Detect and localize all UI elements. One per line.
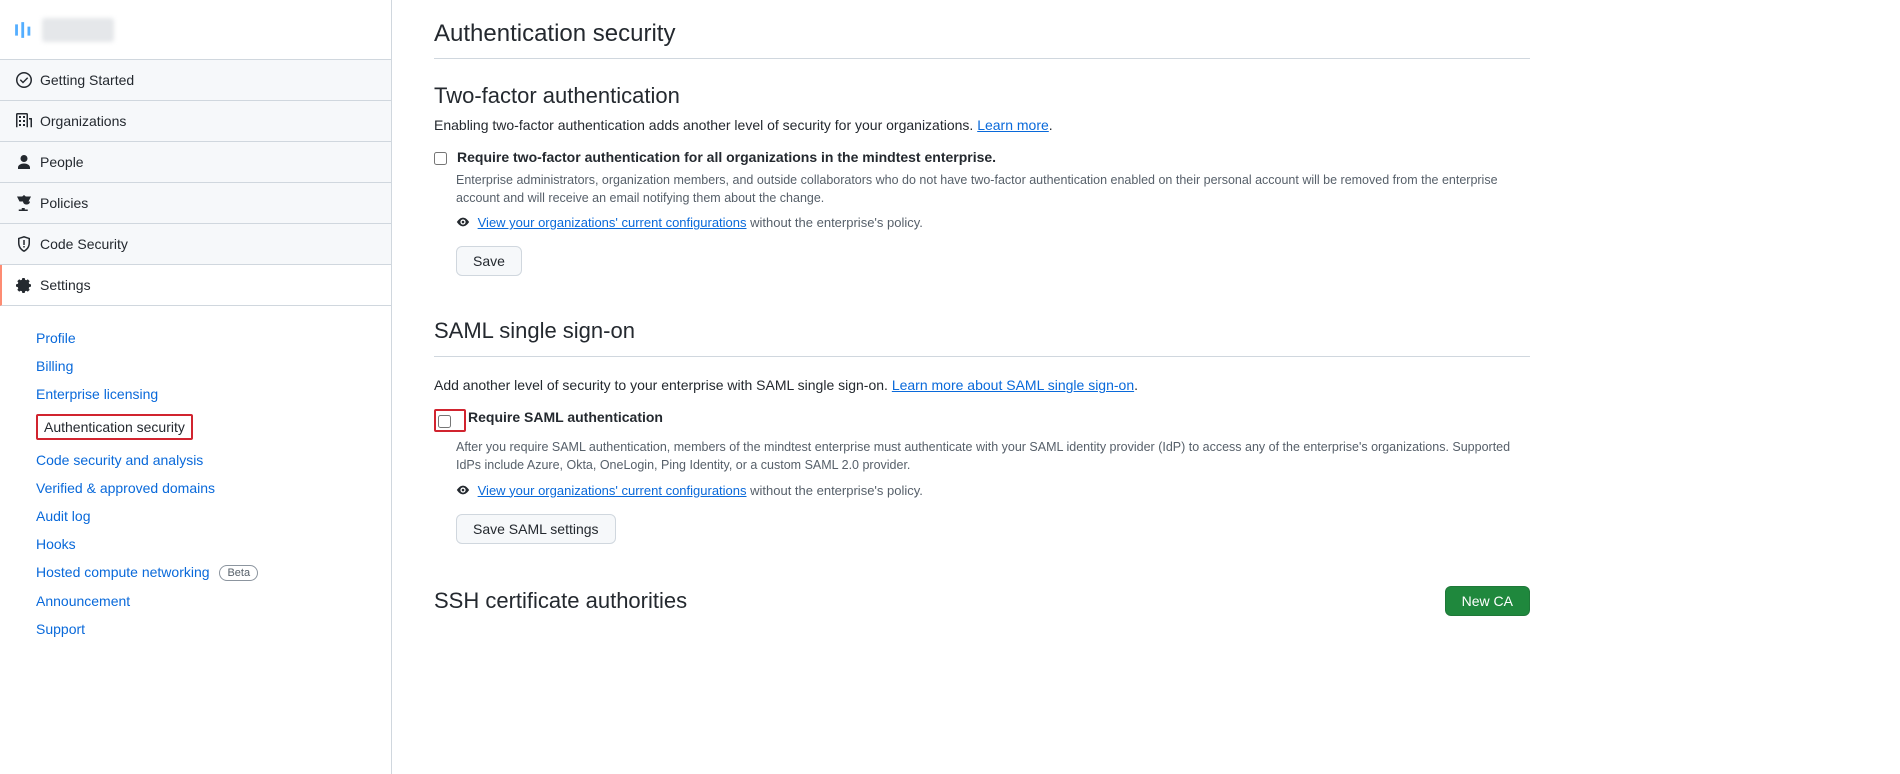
org-name-redacted xyxy=(42,18,114,42)
save-2fa-button[interactable]: Save xyxy=(456,246,522,276)
subnav-hooks[interactable]: Hooks xyxy=(0,530,391,558)
sidebar: Getting Started Organizations People Pol… xyxy=(0,0,392,774)
require-2fa-label: Require two-factor authentication for al… xyxy=(457,149,996,165)
require-saml-highlight xyxy=(434,409,466,432)
logo-area xyxy=(0,0,391,60)
shield-icon xyxy=(16,236,32,252)
eye-icon xyxy=(456,483,470,500)
subnav-enterprise-licensing[interactable]: Enterprise licensing xyxy=(0,380,391,408)
view-org-configs-link-saml[interactable]: View your organizations' current configu… xyxy=(478,483,747,498)
nav-policies[interactable]: Policies xyxy=(0,183,391,224)
organization-icon xyxy=(16,113,32,129)
nav-label: Settings xyxy=(40,277,91,293)
nav-label: People xyxy=(40,154,84,170)
subnav-announcement[interactable]: Announcement xyxy=(0,587,391,615)
nav-label: Getting Started xyxy=(40,72,134,88)
eye-icon xyxy=(456,215,470,232)
two-factor-section: Two-factor authentication Enabling two-f… xyxy=(434,83,1530,276)
primary-nav: Getting Started Organizations People Pol… xyxy=(0,60,391,306)
gear-icon xyxy=(16,277,32,293)
subnav-verified-domains[interactable]: Verified & approved domains xyxy=(0,474,391,502)
subnav-audit-log[interactable]: Audit log xyxy=(0,502,391,530)
nav-label: Organizations xyxy=(40,113,126,129)
saml-help-text: After you require SAML authentication, m… xyxy=(456,438,1530,474)
save-saml-button[interactable]: Save SAML settings xyxy=(456,514,616,544)
saml-heading: SAML single sign-on xyxy=(434,318,1530,344)
subnav-authentication-security[interactable]: Authentication security xyxy=(0,408,391,446)
subnav-hosted-compute[interactable]: Hosted compute networking Beta xyxy=(0,558,391,587)
saml-learn-more-link[interactable]: Learn more about SAML single sign-on xyxy=(892,377,1134,393)
nav-code-security[interactable]: Code Security xyxy=(0,224,391,265)
subnav-code-security-analysis[interactable]: Code security and analysis xyxy=(0,446,391,474)
two-factor-intro: Enabling two-factor authentication adds … xyxy=(434,117,1530,133)
law-icon xyxy=(16,195,32,211)
nav-people[interactable]: People xyxy=(0,142,391,183)
two-factor-heading: Two-factor authentication xyxy=(434,83,1530,109)
settings-subnav: Profile Billing Enterprise licensing Aut… xyxy=(0,306,391,643)
subnav-support[interactable]: Support xyxy=(0,615,391,643)
ssh-ca-section: SSH certificate authorities New CA xyxy=(434,586,1530,616)
page-title: Authentication security xyxy=(434,20,1530,59)
person-icon xyxy=(16,154,32,170)
nav-organizations[interactable]: Organizations xyxy=(0,101,391,142)
check-circle-icon xyxy=(16,72,32,88)
saml-section: SAML single sign-on Add another level of… xyxy=(434,318,1530,543)
nav-settings[interactable]: Settings xyxy=(0,265,391,306)
require-saml-checkbox[interactable] xyxy=(438,415,451,428)
subnav-billing[interactable]: Billing xyxy=(0,352,391,380)
require-saml-label: Require SAML authentication xyxy=(468,409,663,425)
require-2fa-checkbox[interactable] xyxy=(434,152,447,165)
nav-label: Code Security xyxy=(40,236,128,252)
nav-label: Policies xyxy=(40,195,88,211)
beta-badge: Beta xyxy=(219,565,258,581)
subnav-profile[interactable]: Profile xyxy=(0,324,391,352)
view-org-configs-link-2fa[interactable]: View your organizations' current configu… xyxy=(478,215,747,230)
nav-getting-started[interactable]: Getting Started xyxy=(0,60,391,101)
main-content: Authentication security Two-factor authe… xyxy=(392,0,1900,774)
saml-intro: Add another level of security to your en… xyxy=(434,377,1530,393)
ssh-ca-heading: SSH certificate authorities xyxy=(434,588,687,614)
two-factor-help-text: Enterprise administrators, organization … xyxy=(456,171,1530,207)
new-ca-button[interactable]: New CA xyxy=(1445,586,1530,616)
two-factor-learn-more-link[interactable]: Learn more xyxy=(977,117,1049,133)
app-logo-icon xyxy=(14,21,32,39)
